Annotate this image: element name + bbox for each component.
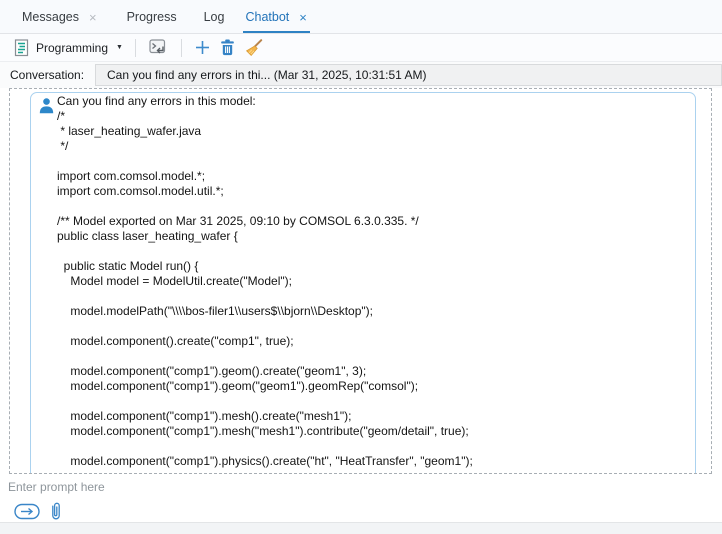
trash-icon [220,39,235,56]
prompt-actions [0,500,722,522]
toolbar: Programming ▼ [0,34,722,62]
toolbar-separator [181,39,182,57]
console-return-icon [149,39,168,56]
send-arrow-icon [14,503,41,520]
chevron-down-icon: ▼ [116,44,123,51]
user-icon [39,98,54,114]
delete-conversation-button[interactable] [215,37,240,58]
prompt-input[interactable] [0,474,722,500]
tab-bar: Messages × Progress Log Chatbot × [0,0,722,34]
paperclip-icon [49,501,63,521]
clear-conversation-button[interactable] [240,37,268,59]
mode-label: Programming [36,41,108,55]
new-conversation-button[interactable] [190,38,215,57]
tab-messages[interactable]: Messages × [20,3,100,33]
conversation-row: Conversation: Can you find any errors in… [0,62,722,88]
plus-icon [195,40,210,55]
tab-chatbot[interactable]: Chatbot × [243,3,309,33]
conversation-selected-value: Can you find any errors in thi... (Mar 3… [107,68,427,82]
toolbar-separator [135,39,136,57]
run-in-console-button[interactable] [144,37,173,58]
tab-label: Chatbot [245,10,289,24]
tab-label: Log [204,10,225,24]
user-message-text: Can you find any errors in this model: /… [57,94,473,469]
tab-label: Progress [127,10,177,24]
user-message-bubble: Can you find any errors in this model: /… [30,92,696,474]
broom-icon [245,39,263,57]
tab-log[interactable]: Log [202,3,227,33]
bottom-strip [0,522,722,534]
prompt-row [0,474,722,500]
conversation-select[interactable]: Can you find any errors in thi... (Mar 3… [95,64,722,86]
programming-mode-dropdown[interactable]: Programming ▼ [10,37,127,59]
programming-icon [14,39,30,57]
send-button[interactable] [14,503,41,520]
close-icon[interactable]: × [298,11,308,24]
close-icon[interactable]: × [88,11,98,24]
chatbot-panel: Messages × Progress Log Chatbot × Progra… [0,0,722,534]
tab-label: Messages [22,10,79,24]
attach-button[interactable] [49,501,63,521]
tab-progress[interactable]: Progress [125,3,179,33]
conversation-label: Conversation: [10,68,84,82]
chat-history-panel[interactable]: Can you find any errors in this model: /… [9,88,712,474]
